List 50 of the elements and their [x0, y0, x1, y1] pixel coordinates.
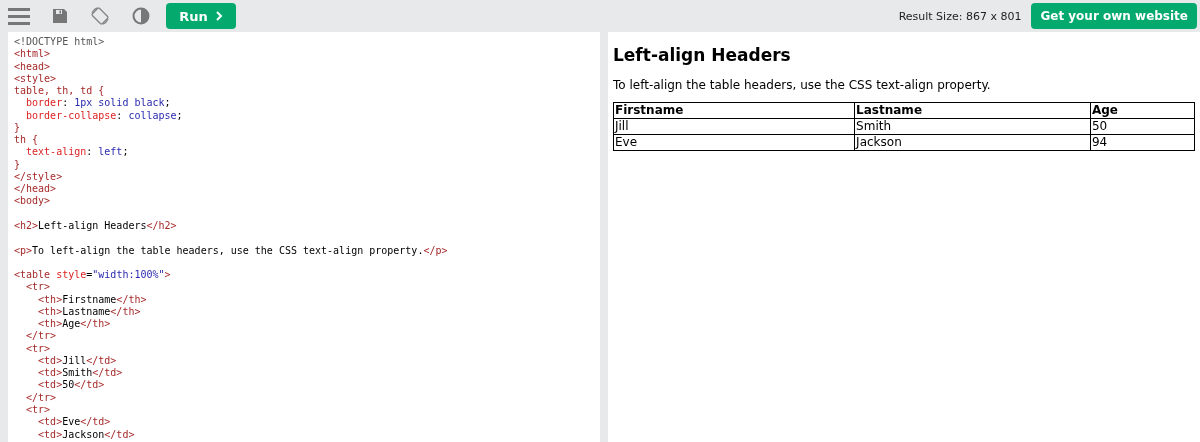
- code-line: <style>: [14, 72, 58, 86]
- code-line: <tr>: [25, 281, 52, 294]
- column-header: Age: [1090, 102, 1195, 119]
- get-website-button[interactable]: Get your own website: [1031, 3, 1197, 29]
- table-cell: Jackson: [854, 134, 1091, 151]
- code-line: border: 1px solid black;: [25, 97, 172, 110]
- code-line: table, th, td {: [14, 85, 106, 98]
- table-cell: 50: [1090, 118, 1195, 135]
- code-line: <th>Firstname</th>: [37, 293, 148, 306]
- code-line: border-collapse: collapse;: [25, 109, 184, 122]
- contrast-icon[interactable]: [132, 7, 150, 25]
- code-line: <tr>: [25, 403, 52, 417]
- code-line: }: [14, 158, 22, 171]
- code-line: <h2>Left-align Headers</h2>: [14, 220, 178, 233]
- code-editor[interactable]: [8, 32, 600, 442]
- code-line: <td>Jill</td>: [37, 354, 118, 368]
- menu-icon[interactable]: [8, 7, 30, 25]
- paragraph: To left-align the table headers, use the CSS text-align property.: [613, 78, 992, 92]
- table-cell: Jill: [613, 118, 855, 135]
- run-button[interactable]: Run: [166, 3, 236, 29]
- code-line: <!DOCTYPE html>: [14, 36, 106, 49]
- code-line: <html>: [14, 48, 52, 61]
- save-icon[interactable]: [52, 8, 68, 24]
- code-line: <p>To left-align the table headers, use the CSS text-align property.</p>: [14, 244, 449, 257]
- code-line: <table style="width:100%">: [14, 269, 172, 282]
- table-cell: 94: [1090, 134, 1195, 151]
- code-line: text-align: left;: [25, 146, 130, 159]
- code-line: <th>Age</th>: [37, 318, 112, 331]
- code-line: <body>: [14, 195, 52, 208]
- code-line: </tr>: [25, 391, 58, 404]
- code-line: </style>: [14, 170, 64, 184]
- chevron-icon: [215, 11, 223, 21]
- code-line: th {: [14, 134, 40, 147]
- code-line: <head>: [14, 60, 52, 73]
- result-size-label: Result Size: 867 x 801: [898, 9, 1022, 23]
- page-heading: Left-align Headers: [613, 45, 792, 65]
- code-line: </tr>: [25, 330, 58, 343]
- code-line: <tr>: [25, 342, 52, 355]
- code-line: <th>Lastname</th>: [37, 305, 142, 319]
- column-header: Firstname: [613, 102, 855, 119]
- code-line: <td>Smith</td>: [37, 367, 124, 380]
- table-cell: Eve: [613, 134, 855, 151]
- table-cell: Smith: [854, 118, 1091, 135]
- code-line: </head>: [14, 183, 58, 196]
- code-line: <td>50</td>: [37, 379, 106, 392]
- code-line: <td>Eve</td>: [37, 416, 112, 429]
- rotate-icon[interactable]: [90, 6, 110, 26]
- code-line: <td>Jackson</td>: [37, 428, 136, 441]
- column-header: Lastname: [854, 102, 1091, 119]
- code-line: }: [14, 121, 22, 135]
